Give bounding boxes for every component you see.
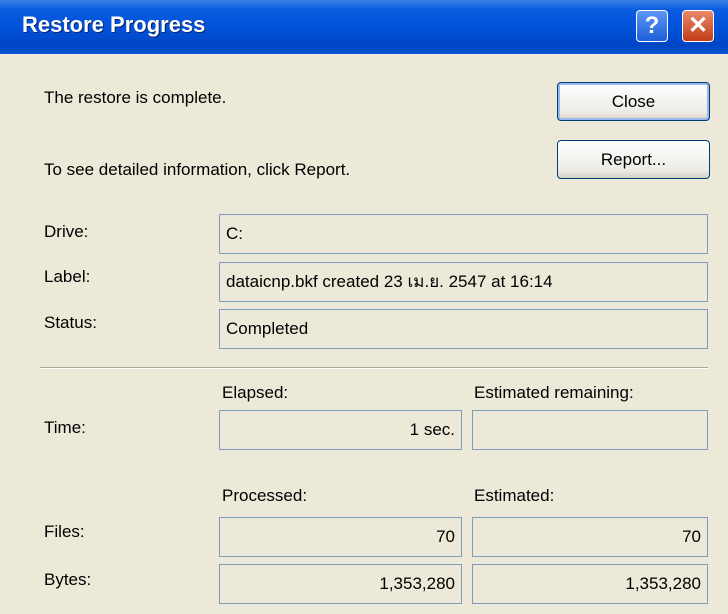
files-processed-value: 70 [219,517,462,557]
drive-value: C: [219,214,708,254]
elapsed-header: Elapsed: [222,383,289,402]
report-hint: To see detailed information, click Repor… [44,160,351,179]
drive-label: Drive: [44,222,89,241]
label-value: dataicnp.bkf created 23 เม.ย. 2547 at 16… [219,262,708,302]
remaining-header: Estimated remaining: [474,383,634,402]
bytes-label: Bytes: [44,570,92,589]
label-label: Label: [44,267,91,286]
files-estimated-value: 70 [472,517,708,557]
complete-message: The restore is complete. [44,88,227,107]
restore-progress-dialog: Restore Progress ? ✕ The restore is comp… [0,0,728,614]
processed-header: Processed: [222,486,308,505]
separator [40,367,708,369]
remaining-value [472,410,708,450]
close-icon[interactable]: ✕ [682,10,714,42]
bytes-processed-value: 1,353,280 [219,564,462,604]
window-title: Restore Progress [22,12,206,37]
bytes-estimated-value: 1,353,280 [472,564,708,604]
estimated-header: Estimated: [474,486,555,505]
time-label: Time: [44,418,86,437]
files-label: Files: [44,522,85,541]
report-button[interactable]: Report... [557,140,710,179]
status-value: Completed [219,309,708,349]
help-icon[interactable]: ? [636,10,668,42]
title-bar[interactable]: Restore Progress ? ✕ [0,0,728,54]
status-label: Status: [44,313,97,332]
close-button[interactable]: Close [557,82,710,121]
elapsed-value: 1 sec. [219,410,462,450]
